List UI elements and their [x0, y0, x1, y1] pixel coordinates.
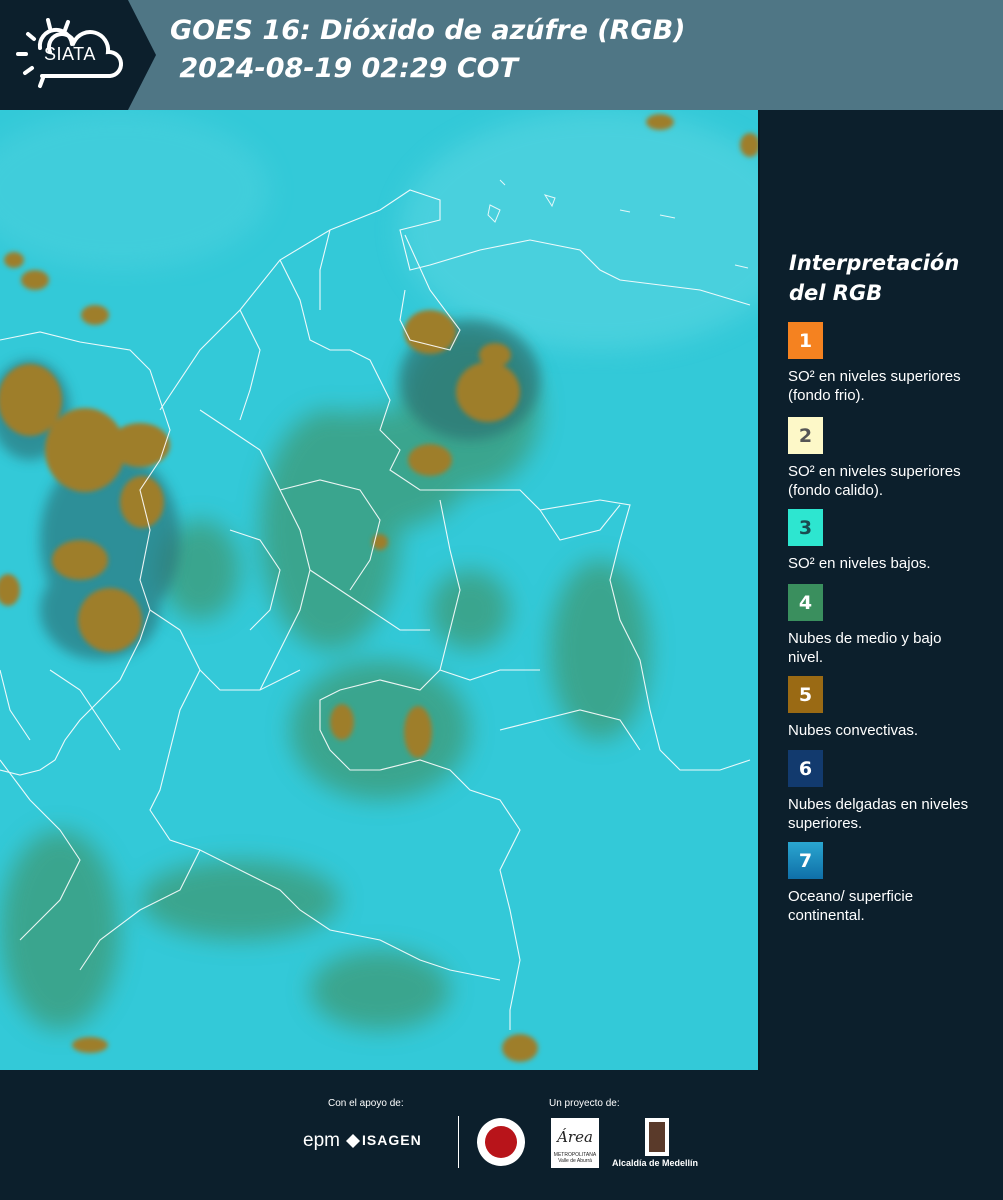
legend-item-4: 4 Nubes de medio y bajo nivel.	[788, 584, 988, 667]
legend-number-5: 5	[798, 683, 813, 706]
legend-number-4: 4	[798, 591, 813, 614]
isagen-icon	[346, 1134, 360, 1148]
page-title: GOES 16: Dióxido de azúfre (RGB) 2024-08…	[170, 12, 686, 88]
legend-label-5: Nubes convectivas.	[788, 722, 919, 739]
isagen-logo: ISAGEN	[362, 1132, 422, 1148]
legend-number-1: 1	[798, 329, 813, 352]
legend-title: Interpretación del RGB	[789, 251, 960, 305]
support-label: Con el apoyo de:	[328, 1098, 404, 1109]
area-metropolitana-logo: Área METROPOLITANA Valle de Aburrá	[551, 1118, 599, 1168]
gobernacion-seal-icon	[477, 1118, 525, 1166]
legend-item-6: 6 Nubes delgadas en niveles superiores.	[788, 750, 988, 833]
title-line-2: 2024-08-19 02:29 COT	[170, 53, 519, 84]
legend-swatch-1: 1	[788, 322, 823, 359]
legend-label-1: SO² en niveles superiores (fondo frio).	[788, 368, 961, 404]
legend-swatch-4: 4	[788, 584, 823, 621]
legend-number-2: 2	[798, 424, 813, 447]
satellite-map[interactable]	[0, 110, 760, 1070]
area-logo-subtext: METROPOLITANA Valle de Aburrá	[553, 1152, 597, 1164]
legend-item-5: 5 Nubes convectivas.	[788, 676, 988, 740]
legend-swatch-5: 5	[788, 676, 823, 713]
siata-logo-text: SIATA	[44, 44, 96, 64]
title-line-1: GOES 16: Dióxido de azúfre (RGB)	[170, 15, 686, 46]
legend-number-3: 3	[798, 516, 813, 539]
alcaldia-label: Alcaldía de Medellín	[612, 1158, 699, 1168]
footer-divider	[458, 1116, 459, 1168]
legend-label-4: Nubes de medio y bajo nivel.	[788, 630, 942, 666]
legend-swatch-3: 3	[788, 509, 823, 546]
epm-logo: epm	[303, 1130, 340, 1151]
legend-item-7: 7 Oceano/ superficie continental.	[788, 842, 988, 925]
legend-number-6: 6	[798, 757, 813, 780]
legend-item-1: 1 SO² en niveles superiores (fondo frio)…	[788, 322, 988, 405]
legend-panel: Interpretación del RGB 1 SO² en niveles …	[770, 110, 1003, 1070]
alcaldia-shield-icon	[645, 1118, 669, 1156]
legend-label-3: SO² en niveles bajos.	[788, 555, 931, 572]
project-label: Un proyecto de:	[549, 1098, 620, 1109]
map-layer	[0, 110, 758, 1070]
legend-label-6: Nubes delgadas en niveles superiores.	[788, 796, 969, 832]
legend-swatch-6: 6	[788, 750, 823, 787]
legend-item-2: 2 SO² en niveles superiores (fondo calid…	[788, 417, 988, 518]
legend-swatch-2: 2	[788, 417, 823, 454]
legend-label-7: Oceano/ superficie continental.	[788, 888, 914, 924]
header-bar: SIATA GOES 16: Dióxido de azúfre (RGB) 2…	[0, 0, 1003, 110]
legend-swatch-7: 7	[788, 842, 823, 879]
footer-bar: Con el apoyo de: Un proyecto de: epm ISA…	[0, 1070, 1003, 1200]
area-logo-text: Área	[557, 1128, 593, 1146]
legend-item-3: 3 SO² en niveles bajos.	[788, 509, 988, 573]
legend-number-7: 7	[798, 849, 813, 872]
